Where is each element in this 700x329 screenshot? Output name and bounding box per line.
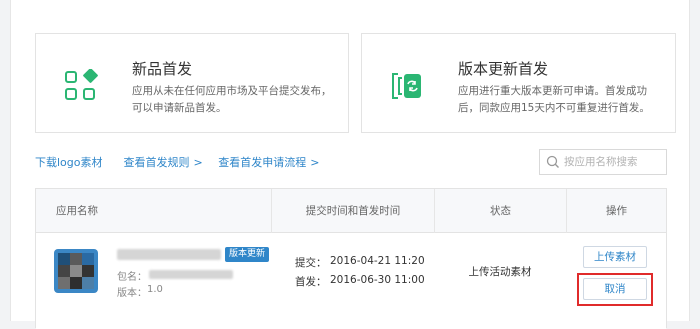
- version-update-launch-card[interactable]: 版本更新首发 应用进行重大版本更新可申请。首发成功后，同款应用15天内不可重复进…: [361, 33, 676, 133]
- card-title: 版本更新首发: [458, 60, 549, 78]
- highlight-box: [577, 273, 653, 306]
- refresh-update-icon: [392, 73, 421, 99]
- submit-time-label: 提交：: [295, 257, 327, 269]
- launch-process-link[interactable]: 查看首发申请流程: [218, 156, 306, 169]
- column-header-status: 状态: [434, 189, 566, 233]
- table-header: 应用名称 提交时间和首发时间 状态 操作: [36, 189, 666, 233]
- launch-time-label: 首发：: [295, 276, 327, 288]
- submit-time-value: 2016-04-21 11:20: [330, 255, 425, 267]
- column-header-action: 操作: [566, 189, 666, 233]
- grid-diamond-icon: [65, 69, 98, 100]
- column-header-time: 提交时间和首发时间: [271, 189, 434, 233]
- help-links: 下载logo素材 查看首发规则 > 查看首发申请流程 >: [35, 154, 331, 170]
- launch-time-value: 2016-06-30 11:00: [330, 274, 425, 286]
- launch-rules-link[interactable]: 查看首发规则: [124, 156, 190, 169]
- card-title: 新品首发: [132, 60, 193, 78]
- chevron-right-icon: >: [310, 156, 320, 169]
- search-box[interactable]: [539, 149, 667, 175]
- card-description: 应用进行重大版本更新可申请。首发成功后，同款应用15天内不可重复进行首发。: [458, 85, 650, 114]
- table-row: 版本更新 包名： 版本： 1.0 提交： 2016-04-21 11:20 首发…: [36, 234, 666, 329]
- version-update-badge: 版本更新: [225, 247, 270, 262]
- card-description: 应用从未在任何应用市场及平台提交发布，可以申请新品首发。: [132, 85, 332, 114]
- column-header-app: 应用名称: [56, 205, 98, 217]
- search-icon: [546, 155, 559, 168]
- package-name-redacted: [149, 270, 233, 279]
- new-launch-card[interactable]: 新品首发 应用从未在任何应用市场及平台提交发布，可以申请新品首发。: [35, 33, 349, 133]
- app-name-redacted: [117, 249, 221, 260]
- search-input[interactable]: [564, 154, 662, 170]
- upload-material-button[interactable]: 上传素材: [583, 246, 647, 268]
- version-value: 1.0: [147, 284, 163, 295]
- chevron-right-icon: >: [193, 156, 203, 169]
- app-icon: [54, 249, 98, 293]
- version-label: 版本：: [117, 288, 147, 299]
- launch-table: 应用名称 提交时间和首发时间 状态 操作 版本更新 包名： 版本： 1.0 提交…: [35, 188, 667, 329]
- download-logo-link[interactable]: 下载logo素材: [35, 156, 103, 169]
- status-text: 上传活动素材: [468, 266, 532, 278]
- package-name-label: 包名：: [117, 272, 147, 283]
- page-frame: 新品首发 应用从未在任何应用市场及平台提交发布，可以申请新品首发。 版本更新首发…: [10, 0, 690, 329]
